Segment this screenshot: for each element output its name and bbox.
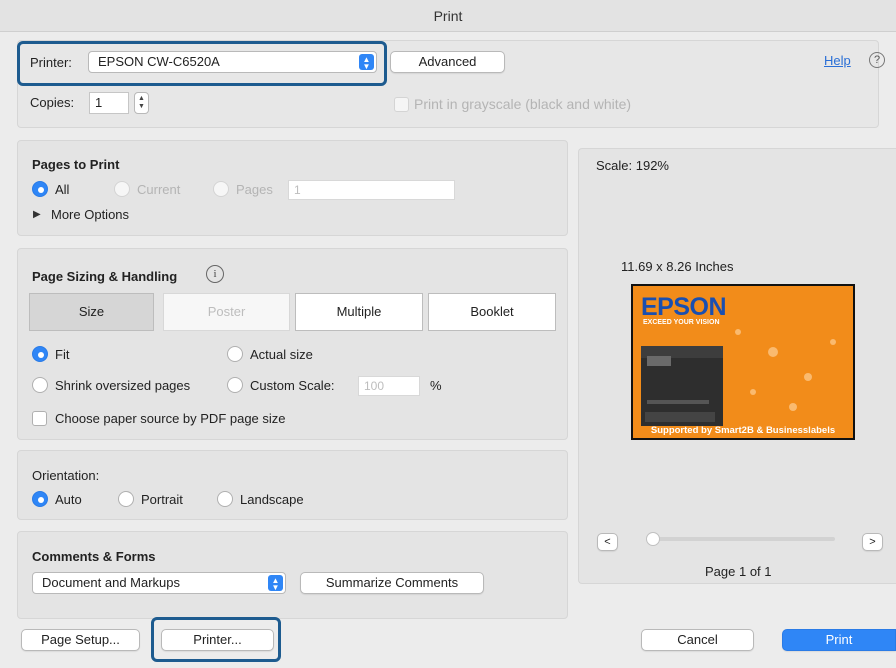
landscape-label: Landscape <box>240 492 304 507</box>
pages-title: Pages to Print <box>32 157 120 172</box>
tab-size[interactable]: Size <box>29 293 154 331</box>
shrink-radio[interactable] <box>32 377 48 393</box>
all-label: All <box>55 182 70 197</box>
chevron-updown-icon: ▲ ▼ <box>268 575 283 592</box>
disclosure-triangle-icon[interactable]: ▶ <box>33 209 41 220</box>
pages-radio[interactable] <box>213 181 229 197</box>
grayscale-label: Print in grayscale (black and white) <box>414 96 632 112</box>
comments-select-value: Document and Markups <box>42 575 181 590</box>
page-preview: EPSON EXCEED YOUR VISION Supported by Sm… <box>631 284 855 440</box>
print-button[interactable]: Print <box>782 629 896 651</box>
printer-highlight <box>17 41 387 86</box>
all-radio[interactable] <box>32 181 48 197</box>
actual-size-label: Actual size <box>250 347 313 362</box>
custom-scale-label: Custom Scale: <box>250 378 335 393</box>
prev-page-button[interactable]: < <box>597 533 618 551</box>
tab-poster[interactable]: Poster <box>163 293 290 331</box>
copies-field[interactable]: 1 <box>89 92 129 114</box>
paper-source-checkbox[interactable] <box>32 411 47 426</box>
grayscale-checkbox[interactable] <box>394 97 409 112</box>
pages-range-field[interactable]: 1 <box>288 180 455 200</box>
printer-illustration <box>641 329 836 426</box>
custom-scale-radio[interactable] <box>227 377 243 393</box>
custom-scale-field[interactable]: 100 <box>358 376 420 396</box>
tab-booklet[interactable]: Booklet <box>428 293 556 331</box>
advanced-button[interactable]: Advanced <box>390 51 505 73</box>
help-link[interactable]: Help <box>824 53 851 68</box>
comments-title: Comments & Forms <box>32 549 156 564</box>
pages-label: Pages <box>236 182 273 197</box>
portrait-radio[interactable] <box>118 491 134 507</box>
info-icon[interactable]: i <box>206 265 224 283</box>
percent-label: % <box>430 378 442 393</box>
comments-select[interactable]: Document and Markups ▲ ▼ <box>32 572 286 594</box>
landscape-radio[interactable] <box>217 491 233 507</box>
actual-size-radio[interactable] <box>227 346 243 362</box>
portrait-label: Portrait <box>141 492 183 507</box>
more-options-label[interactable]: More Options <box>51 207 129 222</box>
preview-footer: Supported by Smart2B & Businesslabels <box>650 425 836 436</box>
cancel-button[interactable]: Cancel <box>641 629 754 651</box>
orientation-title: Orientation: <box>32 468 100 483</box>
summarize-comments-button[interactable]: Summarize Comments <box>300 572 484 594</box>
copies-label: Copies: <box>30 95 75 110</box>
tab-multiple[interactable]: Multiple <box>295 293 423 331</box>
window-title: Print <box>0 0 896 32</box>
fit-label: Fit <box>55 347 70 362</box>
auto-radio[interactable] <box>32 491 48 507</box>
dimensions-label: 11.69 x 8.26 Inches <box>621 259 734 274</box>
auto-label: Auto <box>55 492 82 507</box>
shrink-label: Shrink oversized pages <box>55 378 191 393</box>
scale-label: Scale: 192% <box>596 158 669 173</box>
page-setup-button[interactable]: Page Setup... <box>21 629 140 651</box>
question-circle-icon[interactable]: ? <box>869 52 885 68</box>
page-slider-track[interactable] <box>652 537 835 541</box>
current-radio[interactable] <box>114 181 130 197</box>
paper-source-label: Choose paper source by PDF page size <box>55 411 286 426</box>
current-label: Current <box>137 182 181 197</box>
page-slider-thumb[interactable] <box>646 532 660 546</box>
page-info: Page 1 of 1 <box>705 564 772 579</box>
sizing-title: Page Sizing & Handling <box>32 269 178 284</box>
next-page-button[interactable]: > <box>862 533 883 551</box>
copies-stepper[interactable]: ▲ ▼ <box>134 92 149 114</box>
orientation-section <box>17 450 568 520</box>
printer-button-highlight <box>151 617 281 662</box>
fit-radio[interactable] <box>32 346 48 362</box>
